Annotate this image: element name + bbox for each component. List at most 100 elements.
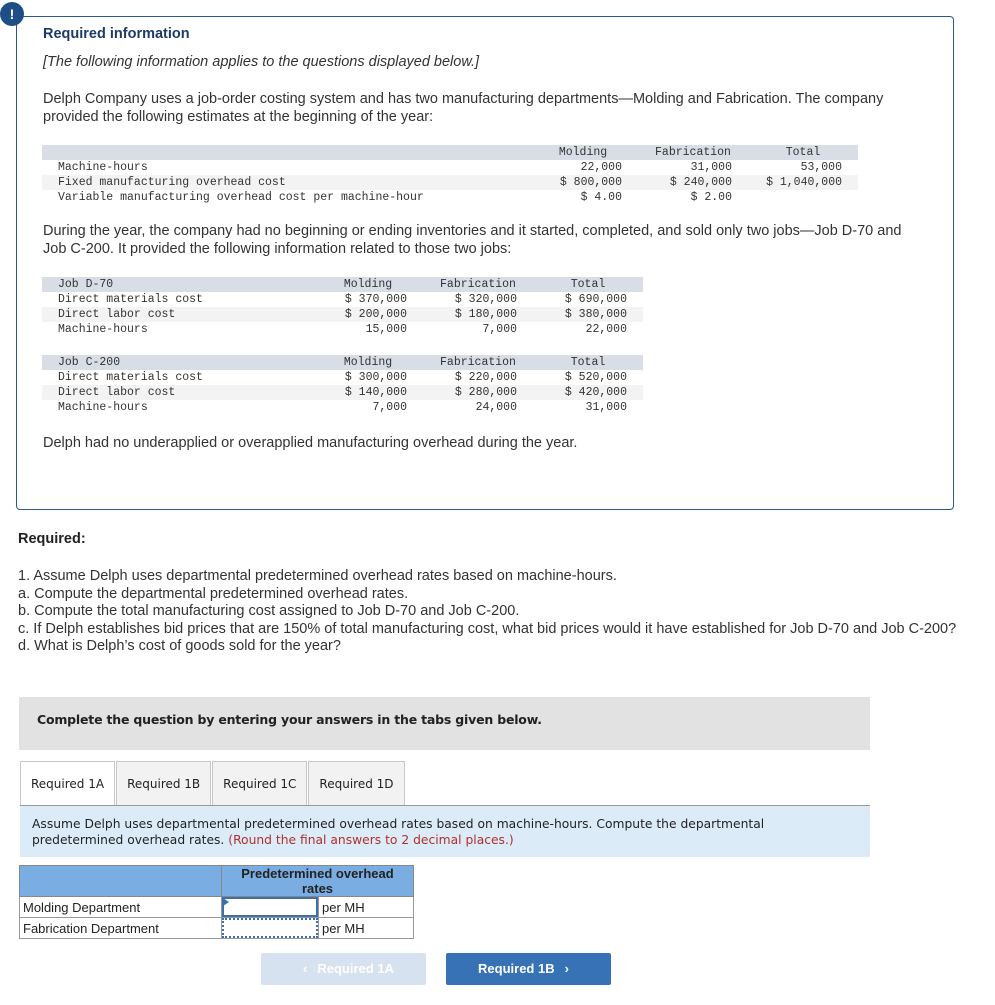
row-label: Fixed manufacturing overhead cost: [42, 175, 528, 190]
cell-value: $ 220,000: [454, 371, 517, 384]
table-row: Direct materials cost $ 370,000 $ 320,00…: [42, 292, 643, 307]
header-cell: Job C-200: [42, 355, 313, 370]
cell-value: 31,000: [585, 401, 627, 414]
cell-value: $ 420,000: [533, 385, 643, 400]
header-cell: [42, 145, 528, 160]
tab-required-1c[interactable]: Required 1C: [212, 761, 308, 805]
table-row: Variable manufacturing overhead cost per…: [42, 190, 858, 205]
table-row: Fixed manufacturing overhead cost $ 800,…: [42, 175, 858, 190]
row-label: Variable manufacturing overhead cost per…: [58, 191, 424, 204]
info-note: [The following information applies to th…: [43, 54, 480, 70]
answer-row: Fabrication Department per MH: [19, 917, 414, 939]
cell-value: 15,000: [365, 323, 407, 336]
cell-value: $ 4.00: [580, 191, 622, 204]
instruction-text: Complete the question by entering your a…: [37, 712, 542, 727]
table-row: Direct labor cost $ 200,000 $ 180,000 $ …: [42, 307, 643, 322]
cell-value: $ 140,000: [313, 385, 423, 400]
cell-value: $ 180,000: [423, 307, 533, 322]
cell-value: 7,000: [482, 323, 517, 336]
header-cell: Molding: [528, 145, 638, 160]
cell-value: $ 200,000: [313, 307, 423, 322]
jobs-intro-paragraph: During the year, the company had no begi…: [43, 223, 902, 257]
header-cell: Molding: [313, 355, 423, 370]
header-cell: Fabrication: [423, 355, 533, 370]
cell-value: 22,000: [585, 323, 627, 336]
header-cell: Total: [533, 355, 643, 370]
required-item: d. What is Delph’s cost of goods sold fo…: [18, 638, 341, 654]
instruction-bar: Complete the question by entering your a…: [19, 697, 870, 750]
answer-row: Molding Department per MH: [19, 896, 414, 918]
estimates-table: Molding Fabrication Total Machine-hours …: [42, 145, 858, 205]
cell-value: $ 2.00: [690, 191, 732, 204]
required-item: c. If Delph establishes bid prices that …: [18, 620, 957, 637]
required-heading: Required:: [18, 531, 86, 547]
cell-value: $ 520,000: [564, 371, 627, 384]
closing-paragraph: Delph had no underapplied or overapplied…: [43, 435, 578, 451]
header-cell: Fabrication: [423, 277, 533, 292]
chevron-left-icon: ‹: [303, 961, 308, 976]
required-item: 1. Assume Delph uses departmental predet…: [18, 568, 617, 584]
cell-value: 53,000: [800, 161, 842, 174]
row-label: Direct materials cost: [58, 293, 203, 306]
header-cell: Job D-70: [42, 277, 313, 292]
cell-value: 7,000: [372, 401, 407, 414]
table-row: Direct materials cost $ 300,000 $ 220,00…: [42, 370, 643, 385]
cell-value: $ 370,000: [344, 293, 407, 306]
active-cell-flag-icon: [223, 898, 229, 906]
table-header-row: Job C-200 Molding Fabrication Total: [42, 355, 643, 370]
cell-value: 24,000: [475, 401, 517, 414]
unit-label: per MH: [318, 917, 414, 939]
next-tab-button[interactable]: Required 1B ›: [446, 953, 611, 985]
required-item: a. Compute the departmental predetermine…: [18, 585, 409, 602]
input-cell: [221, 896, 319, 918]
job-d70-table: Job D-70 Molding Fabrication Total Direc…: [42, 277, 643, 337]
row-label: Fabrication Department: [19, 917, 222, 939]
molding-rate-input[interactable]: [222, 897, 318, 917]
table-row: Machine-hours 22,000 31,000 53,000: [42, 160, 858, 175]
table-row: Direct labor cost $ 140,000 $ 280,000 $ …: [42, 385, 643, 400]
previous-tab-button: ‹ Required 1A: [261, 953, 426, 985]
table-header-row: Molding Fabrication Total: [42, 145, 858, 160]
cell-value: $ 280,000: [423, 385, 533, 400]
row-label: Machine-hours: [58, 161, 148, 174]
row-label: Direct materials cost: [58, 371, 203, 384]
cell-value: 31,000: [690, 161, 732, 174]
row-label: Machine-hours: [58, 323, 148, 336]
header-cell: Molding: [313, 277, 423, 292]
table-row: Machine-hours 15,000 7,000 22,000: [42, 322, 643, 337]
info-title: Required information: [43, 26, 190, 42]
cell-value: $ 320,000: [454, 293, 517, 306]
answer-table: Predetermined overhead rates Molding Dep…: [19, 865, 414, 939]
answer-header-row: Predetermined overhead rates: [19, 865, 414, 897]
header-cell: Total: [748, 145, 858, 160]
required-item: b. Compute the total manufacturing cost …: [18, 603, 520, 619]
cell-value: $ 240,000: [638, 175, 748, 190]
row-label: Direct labor cost: [42, 385, 313, 400]
row-label: Molding Department: [19, 896, 222, 918]
cell-value: 22,000: [580, 161, 622, 174]
row-label: Machine-hours: [58, 401, 148, 414]
cell-value: $ 1,040,000: [748, 175, 858, 190]
input-cell: [221, 917, 319, 939]
intro-paragraph: Delph Company uses a job-order costing s…: [43, 91, 884, 125]
next-tab-label: Required 1B: [478, 961, 555, 976]
previous-tab-label: Required 1A: [317, 961, 394, 976]
chevron-right-icon: ›: [564, 961, 569, 976]
table-row: Machine-hours 7,000 24,000 31,000: [42, 400, 643, 415]
job-c200-table: Job C-200 Molding Fabrication Total Dire…: [42, 355, 643, 415]
header-cell: Total: [533, 277, 643, 292]
fabrication-rate-input[interactable]: [222, 918, 318, 938]
required-list: 1. Assume Delph uses departmental predet…: [18, 568, 958, 656]
alert-icon: !: [0, 2, 24, 26]
tab-required-1b[interactable]: Required 1B: [116, 761, 212, 805]
answer-column-header: Predetermined overhead rates: [221, 865, 414, 897]
tab-required-1d[interactable]: Required 1D: [308, 761, 405, 805]
cell-value: $ 300,000: [344, 371, 407, 384]
row-label: Direct labor cost: [42, 307, 313, 322]
cell-value: $ 380,000: [533, 307, 643, 322]
cell-value: $ 690,000: [564, 293, 627, 306]
tab-required-1a[interactable]: Required 1A: [20, 761, 116, 805]
unit-label: per MH: [318, 896, 414, 918]
rounding-note: (Round the final answers to 2 decimal pl…: [228, 833, 514, 847]
header-blank: [19, 865, 222, 897]
